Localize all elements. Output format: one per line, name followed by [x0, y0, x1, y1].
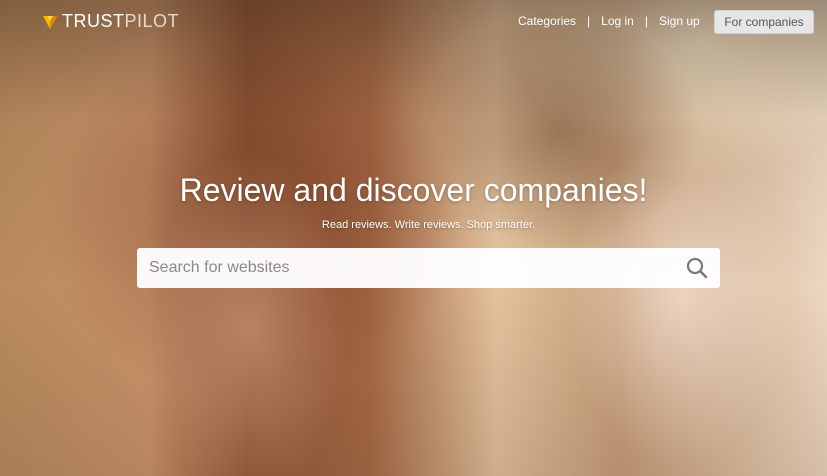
nav-signup-link[interactable]: Sign up	[659, 14, 700, 28]
nav-separator: |	[644, 14, 648, 28]
search-bar	[137, 248, 720, 288]
hero-subline: Read reviews. Write reviews. Shop smarte…	[321, 219, 536, 231]
search-icon	[686, 257, 708, 279]
search-input[interactable]	[137, 249, 674, 287]
hero-headline: Review and discover companies!	[179, 172, 648, 208]
nav-login-link[interactable]: Log in	[601, 14, 634, 28]
top-nav: Categories | Log in | Sign up	[518, 14, 700, 28]
for-companies-button[interactable]: For companies	[714, 10, 814, 34]
nav-separator: |	[587, 14, 591, 28]
brand-name-bold: TRUST	[62, 11, 125, 31]
brand-name-light: PILOT	[124, 11, 180, 31]
hero-background-photo	[0, 0, 827, 476]
brand-name: TRUSTPILOT	[62, 11, 179, 32]
trustpilot-logo-icon	[43, 15, 57, 29]
search-button[interactable]	[674, 248, 720, 288]
nav-categories-link[interactable]: Categories	[518, 14, 576, 28]
trustpilot-logo[interactable]: TRUSTPILOT	[42, 11, 179, 32]
